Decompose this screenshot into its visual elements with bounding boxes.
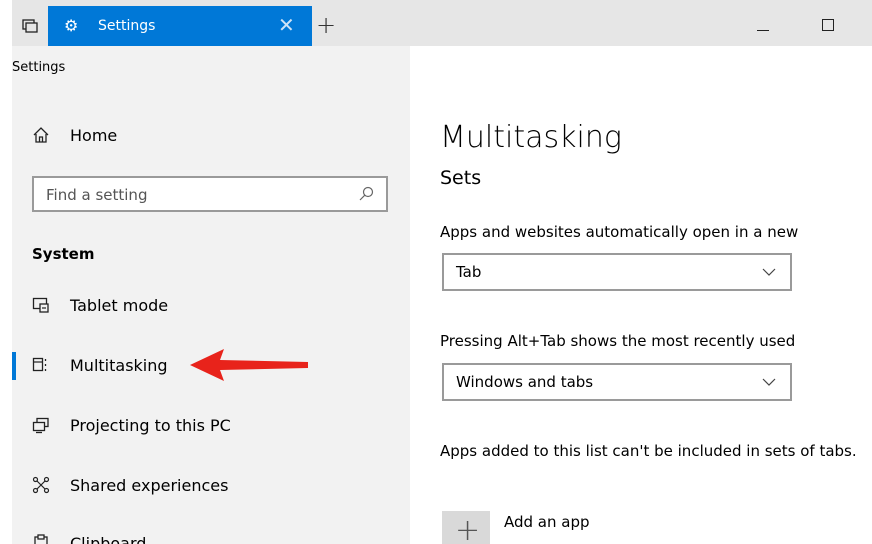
- page-title: Multitasking: [440, 120, 622, 155]
- sidebar-item-projecting[interactable]: Projecting to this PC: [12, 406, 410, 446]
- search-placeholder: Find a setting: [46, 186, 148, 204]
- open-new-dropdown[interactable]: Tab: [442, 253, 792, 291]
- sidebar-item-label: Clipboard: [70, 534, 147, 544]
- title-bar: ⚙ Settings ✕ +: [0, 0, 872, 46]
- red-arrow-annotation: [190, 349, 308, 381]
- close-tab-icon[interactable]: ✕: [278, 14, 295, 36]
- open-new-label: Apps and websites automatically open in …: [440, 223, 799, 241]
- search-icon: [359, 186, 374, 201]
- maximize-button[interactable]: [806, 6, 852, 46]
- minimize-icon: [757, 30, 769, 31]
- chevron-down-icon: [762, 378, 776, 386]
- alt-tab-label: Pressing Alt+Tab shows the most recently…: [440, 332, 796, 350]
- new-tab-button[interactable]: +: [312, 6, 342, 46]
- sidebar-item-tablet-mode[interactable]: Tablet mode: [12, 286, 410, 326]
- home-icon: [33, 127, 49, 143]
- exclude-apps-description: Apps added to this list can't be include…: [440, 442, 857, 460]
- set-aside-tabs-button[interactable]: [12, 6, 48, 46]
- sidebar-item-clipboard[interactable]: Clipboard: [12, 524, 410, 544]
- section-heading-sets: Sets: [440, 167, 482, 189]
- sidebar-item-label: Tablet mode: [70, 296, 169, 315]
- alt-tab-value: Windows and tabs: [456, 373, 594, 391]
- gear-icon: ⚙: [64, 16, 79, 35]
- add-app-label[interactable]: Add an app: [504, 512, 590, 532]
- shared-experiences-icon: [32, 476, 50, 494]
- clipboard-icon: [34, 534, 48, 544]
- sidebar: Settings Home Find a setting System Tabl…: [0, 46, 410, 544]
- projecting-icon: [32, 417, 49, 434]
- open-new-value: Tab: [456, 263, 482, 281]
- sidebar-item-label: Multitasking: [70, 356, 168, 375]
- plus-icon: +: [316, 11, 337, 39]
- sidebar-item-label: Shared experiences: [70, 476, 229, 495]
- home-label: Home: [70, 126, 118, 145]
- alt-tab-dropdown[interactable]: Windows and tabs: [442, 363, 792, 401]
- sidebar-item-label: Projecting to this PC: [70, 416, 231, 435]
- section-heading-system: System: [32, 245, 95, 263]
- search-input[interactable]: Find a setting: [32, 176, 388, 212]
- tablet-mode-icon: [32, 297, 49, 313]
- add-app-button[interactable]: +: [442, 511, 490, 544]
- minimize-button[interactable]: [740, 6, 786, 46]
- chevron-down-icon: [762, 268, 776, 276]
- main-content: Multitasking Sets Apps and websites auto…: [410, 46, 872, 544]
- sets-icon: [22, 19, 38, 33]
- tab-settings[interactable]: ⚙ Settings ✕: [48, 6, 312, 46]
- selection-indicator: [12, 352, 16, 380]
- tab-title: Settings: [98, 18, 156, 34]
- settings-window: ⚙ Settings ✕ + Settings Home Find a sett…: [0, 0, 872, 544]
- multitasking-icon: [32, 357, 47, 372]
- maximize-icon: [822, 19, 834, 31]
- plus-icon: +: [455, 513, 481, 544]
- breadcrumb: Settings: [12, 60, 66, 75]
- sidebar-item-shared-experiences[interactable]: Shared experiences: [12, 466, 410, 506]
